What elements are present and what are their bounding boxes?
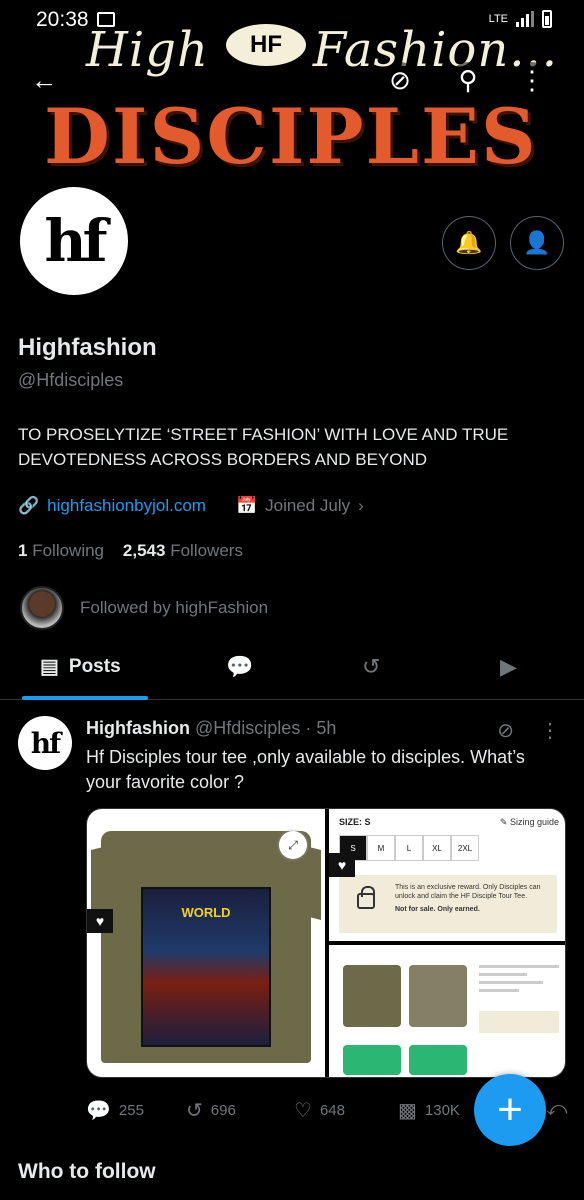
size-option: 2XL	[451, 835, 479, 861]
followed-by-text: Followed by highFashion	[80, 598, 269, 617]
post-header: Highfashion @Hfdisciples · 5h	[86, 718, 336, 739]
calendar-icon: 📅	[235, 496, 258, 515]
followed-by-row[interactable]: Followed by highFashion	[20, 586, 268, 630]
chevron-right-icon[interactable]: ›	[358, 496, 364, 516]
size-label: SIZE: S	[339, 817, 371, 827]
size-option: XL	[423, 835, 451, 861]
joined-date[interactable]: Joined July	[265, 496, 350, 516]
like-count: 648	[319, 1102, 345, 1119]
post-more-icon[interactable]: ⋮	[540, 718, 560, 743]
active-tab-indicator	[22, 696, 148, 700]
post-text: Hf Disciples tour tee ,only available to…	[86, 747, 525, 792]
post-author-name[interactable]: Highfashion	[86, 718, 190, 738]
grok-icon[interactable]: ⊘	[497, 718, 514, 743]
status-icons: LTE	[489, 10, 552, 28]
follower-avatar	[20, 586, 64, 630]
sizing-guide-link: ✎ Sizing guide	[499, 817, 559, 827]
reply-bubble-icon: 💬	[226, 654, 254, 679]
followers-link[interactable]: 2,543 Followers	[123, 541, 243, 560]
profile-name: Highfashion	[18, 334, 157, 361]
posts-tab-icon: ▤	[40, 656, 59, 678]
link-icon: 🔗	[18, 496, 40, 515]
repost-icon: ↺	[362, 654, 381, 679]
media-play-icon: ▶	[500, 654, 517, 679]
network-label: LTE	[488, 13, 508, 25]
battery-icon	[542, 10, 552, 28]
post-author-avatar[interactable]: hf	[18, 716, 72, 770]
post-avatar-text: hf	[30, 726, 61, 760]
media-image-shirt[interactable]: WORLD ♥ ⤢	[87, 809, 325, 1077]
tab-posts[interactable]: ▤ Posts	[40, 654, 121, 679]
gallery-notification-icon	[97, 12, 115, 27]
banner-main-text: DISCIPLES	[44, 92, 538, 181]
views-chart-icon: ▩	[398, 1100, 417, 1122]
post-author-handle[interactable]: @Hfdisciples	[195, 718, 300, 738]
profile-avatar[interactable]: hf	[16, 183, 132, 299]
following-link[interactable]: 1 Following	[18, 541, 104, 560]
size-option: M	[367, 835, 395, 861]
person-check-icon: 👤	[523, 230, 551, 255]
avatar-logo-text: hf	[44, 207, 107, 275]
status-time: 20:38	[36, 8, 89, 31]
follow-counts: 1 Following 2,543 Followers	[18, 541, 243, 561]
following-button[interactable]: 👤	[510, 216, 564, 270]
tab-replies[interactable]: 💬	[226, 654, 253, 680]
share-button[interactable]: ⤺	[546, 1098, 567, 1121]
grok-icon[interactable]: ⊘	[382, 62, 418, 98]
status-bar: 20:38 LTE	[0, 6, 584, 32]
mini-shirt-green	[409, 1045, 467, 1075]
profile-website-link[interactable]: highfashionbyjol.com	[47, 496, 206, 516]
shirt-print-text: WORLD	[181, 905, 231, 920]
signal-icon	[516, 11, 534, 27]
post-separator: ·	[305, 718, 312, 738]
heart-outline-icon: ♡	[294, 1100, 312, 1122]
post-media-grid[interactable]: WORLD ♥ ⤢ SIZE: S ✎ Sizing guide S M L X…	[86, 808, 566, 1078]
media-image-product-page[interactable]	[329, 945, 565, 1077]
views-button[interactable]: ▩ 130K	[398, 1098, 460, 1123]
reply-button[interactable]: 💬 255	[86, 1098, 144, 1123]
heart-icon[interactable]: ♥	[87, 909, 113, 933]
profile-tabs: ▤ Posts 💬 ↺ ▶	[0, 640, 584, 700]
profile-bio: TO PROSELYTIZE ‘STREET FASHION’ WITH LOV…	[18, 425, 509, 469]
heart-icon[interactable]: ♥	[329, 853, 355, 877]
reward-text: This is an exclusive reward. Only Discip…	[395, 884, 541, 900]
tab-media[interactable]: ▶	[500, 654, 517, 680]
media-image-size-selector[interactable]: SIZE: S ✎ Sizing guide S M L XL 2XL This…	[329, 809, 565, 941]
more-options-icon[interactable]: ⋮	[514, 62, 550, 98]
bell-plus-icon: 🔔	[455, 230, 483, 255]
who-to-follow-heading: Who to follow	[18, 1160, 156, 1183]
product-reward-box	[479, 1011, 559, 1033]
post-time: 5h	[316, 718, 337, 738]
reply-count: 255	[118, 1102, 144, 1119]
size-options: S M L XL 2XL	[339, 835, 479, 861]
profile-meta: 🔗 highfashionbyjol.com 📅 Joined July ›	[18, 496, 364, 516]
repost-count: 696	[210, 1102, 236, 1119]
profile-handle: @Hfdisciples	[18, 370, 124, 390]
tab-highlights[interactable]: ↺	[362, 654, 380, 680]
reward-bold-text: Not for sale. Only earned.	[395, 906, 480, 913]
lock-icon	[357, 886, 375, 909]
compose-post-button[interactable]: +	[474, 1074, 546, 1146]
post-header-icons: ⊘ ⋮	[497, 718, 560, 743]
like-button[interactable]: ♡ 648	[294, 1098, 345, 1123]
shirt-print-graphic: WORLD	[141, 887, 271, 1047]
views-count: 130K	[424, 1102, 460, 1119]
notify-bell-button[interactable]: 🔔	[442, 216, 496, 270]
expand-icon[interactable]: ⤢	[279, 831, 307, 859]
reward-box: This is an exclusive reward. Only Discip…	[339, 875, 557, 933]
plus-icon: +	[497, 1085, 523, 1134]
mini-shirt-image	[343, 965, 401, 1027]
tshirt-image: WORLD	[91, 831, 321, 1063]
mini-shirt-image	[409, 965, 467, 1027]
share-icon: ⤺	[546, 1098, 568, 1120]
repost-button[interactable]: ↺ 696	[186, 1098, 236, 1123]
product-lines	[479, 965, 559, 997]
size-option: L	[395, 835, 423, 861]
search-icon[interactable]: ⚲	[450, 62, 486, 98]
back-arrow-icon[interactable]: ←	[26, 62, 62, 98]
repost-icon: ↺	[186, 1100, 203, 1122]
reply-icon: 💬	[86, 1100, 111, 1122]
mini-shirt-green	[343, 1045, 401, 1075]
tab-posts-label: Posts	[68, 655, 121, 677]
